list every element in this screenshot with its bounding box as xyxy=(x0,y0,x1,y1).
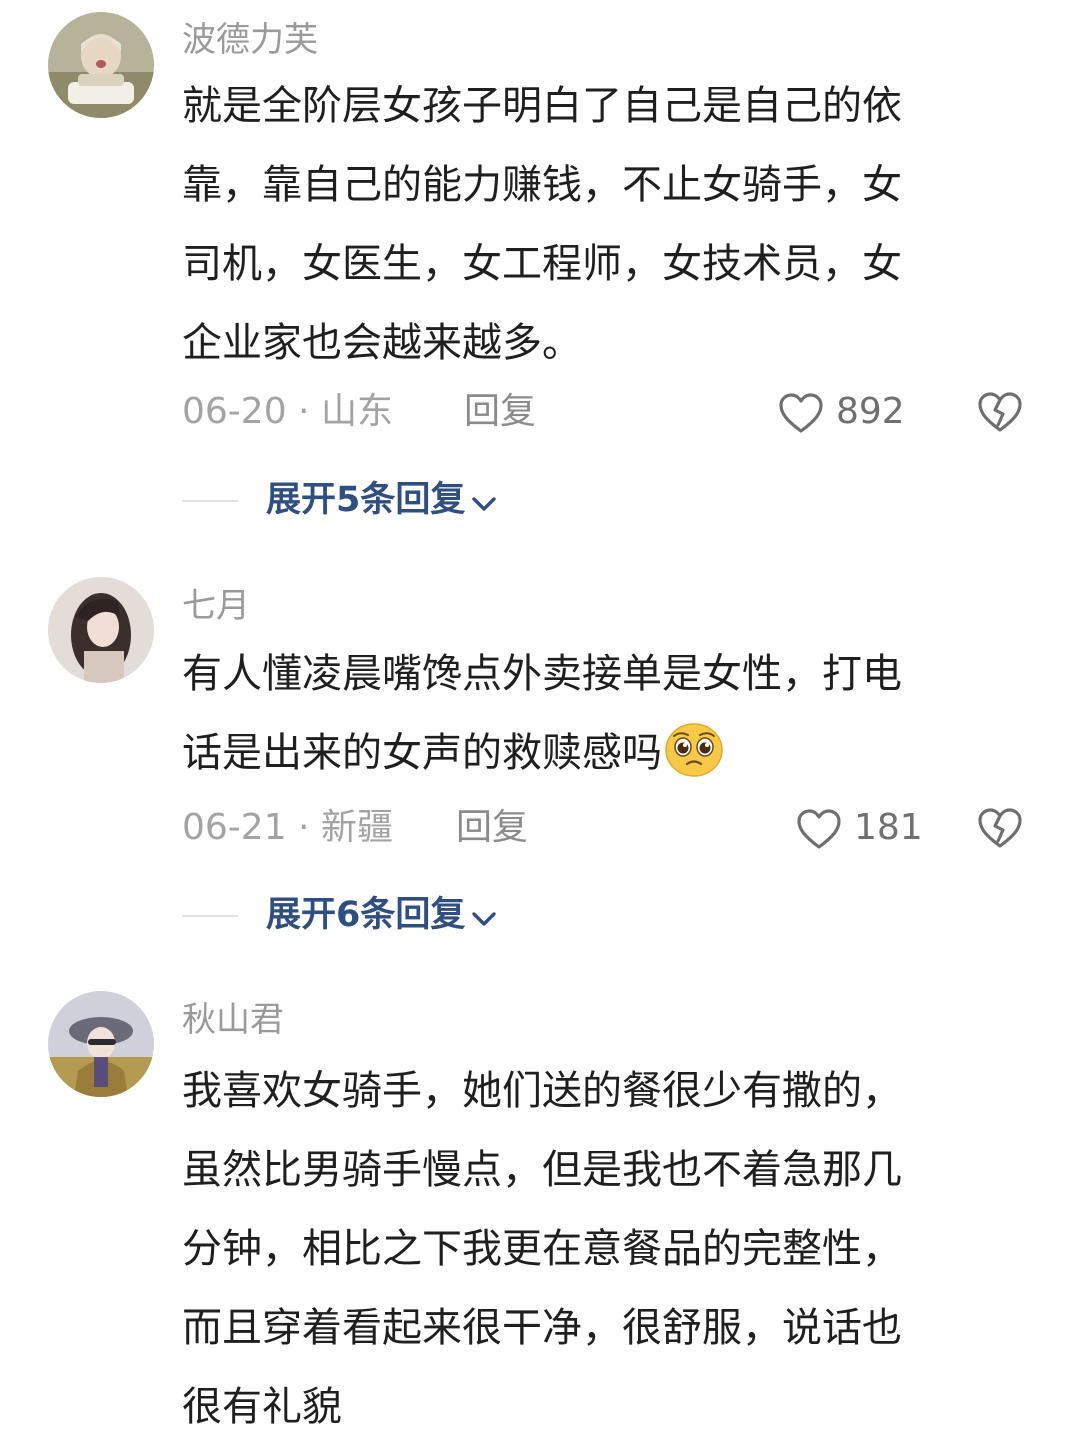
comment-text-line: 我喜欢女骑手，她们送的餐很少有撒的， xyxy=(182,1068,902,1114)
comment-text-line: 而且穿着看起来很干净，很舒服，说话也 xyxy=(182,1305,902,1351)
heart-outline-icon xyxy=(797,809,841,849)
comment-meta: 06-21 · 新疆 回复 181 xyxy=(182,803,1042,853)
avatar[interactable] xyxy=(48,991,154,1097)
dislike-button[interactable] xyxy=(976,391,1024,447)
reply-button[interactable]: 回复 xyxy=(456,803,528,853)
comment-text-line: 很有礼貌 xyxy=(182,1384,342,1430)
expand-replies-button[interactable]: 展开5条回复 xyxy=(266,475,497,525)
expand-replies: 展开6条回复 xyxy=(182,890,682,940)
chevron-down-icon xyxy=(472,496,497,511)
like-button[interactable]: 892 xyxy=(778,387,918,437)
comment-text: 我喜欢女骑手，她们送的餐很少有撒的， 虽然比男骑手慢点，但是我也不着急那几 分钟… xyxy=(182,1052,1012,1447)
date-location: 06-21 · 新疆 xyxy=(182,807,393,848)
pleading-face-emoji-icon xyxy=(665,723,723,777)
comment-text-line: 就是全阶层女孩子明白了自己是自己的依 xyxy=(182,83,902,129)
comment-text-line: 有人懂凌晨嘴馋点外卖接单是女性，打电 xyxy=(182,651,902,697)
dislike-button[interactable] xyxy=(976,807,1024,863)
expand-replies-button[interactable]: 展开6条回复 xyxy=(266,890,497,940)
comment-text-line: 靠，靠自己的能力赚钱，不止女骑手，女 xyxy=(182,162,902,208)
expand-replies-label: 展开5条回复 xyxy=(266,480,466,520)
broken-heart-icon xyxy=(978,392,1022,432)
avatar[interactable] xyxy=(48,577,154,683)
comment-text-line: 司机，女医生，女工程师，女技术员，女 xyxy=(182,241,902,287)
heart-outline-icon xyxy=(779,393,823,433)
divider xyxy=(182,500,238,502)
like-count: 181 xyxy=(854,807,923,848)
divider xyxy=(182,915,238,917)
comment-text: 就是全阶层女孩子明白了自己是自己的依 靠，靠自己的能力赚钱，不止女骑手，女 司机… xyxy=(182,67,1012,383)
comment-meta: 06-20 · 山东 回复 892 xyxy=(182,387,1042,437)
username[interactable]: 秋山君 xyxy=(182,1000,284,1040)
comment-text-line: 虽然比男骑手慢点，但是我也不着急那几 xyxy=(182,1147,902,1193)
comment-text-line: 分钟，相比之下我更在意餐品的完整性， xyxy=(182,1226,902,1272)
expand-replies: 展开5条回复 xyxy=(182,475,682,525)
avatar[interactable] xyxy=(48,12,154,118)
date-location: 06-20 · 山东 xyxy=(182,391,393,432)
comment-text: 有人懂凌晨嘴馋点外卖接单是女性，打电 话是出来的女声的救赎感吗 xyxy=(182,635,1012,793)
comment-text-line: 企业家也会越来越多。 xyxy=(182,320,582,366)
like-button[interactable]: 181 xyxy=(796,803,926,853)
username[interactable]: 七月 xyxy=(182,586,250,626)
expand-replies-label: 展开6条回复 xyxy=(266,895,466,935)
username[interactable]: 波德力芙 xyxy=(182,20,318,60)
comment-text-fragment: 话是出来的女声的救赎感吗 xyxy=(182,730,662,776)
broken-heart-icon xyxy=(978,808,1022,848)
reply-button[interactable]: 回复 xyxy=(464,387,536,437)
chevron-down-icon xyxy=(472,911,497,926)
comment-text-line: 话是出来的女声的救赎感吗 xyxy=(182,714,1012,793)
like-count: 892 xyxy=(836,391,905,432)
